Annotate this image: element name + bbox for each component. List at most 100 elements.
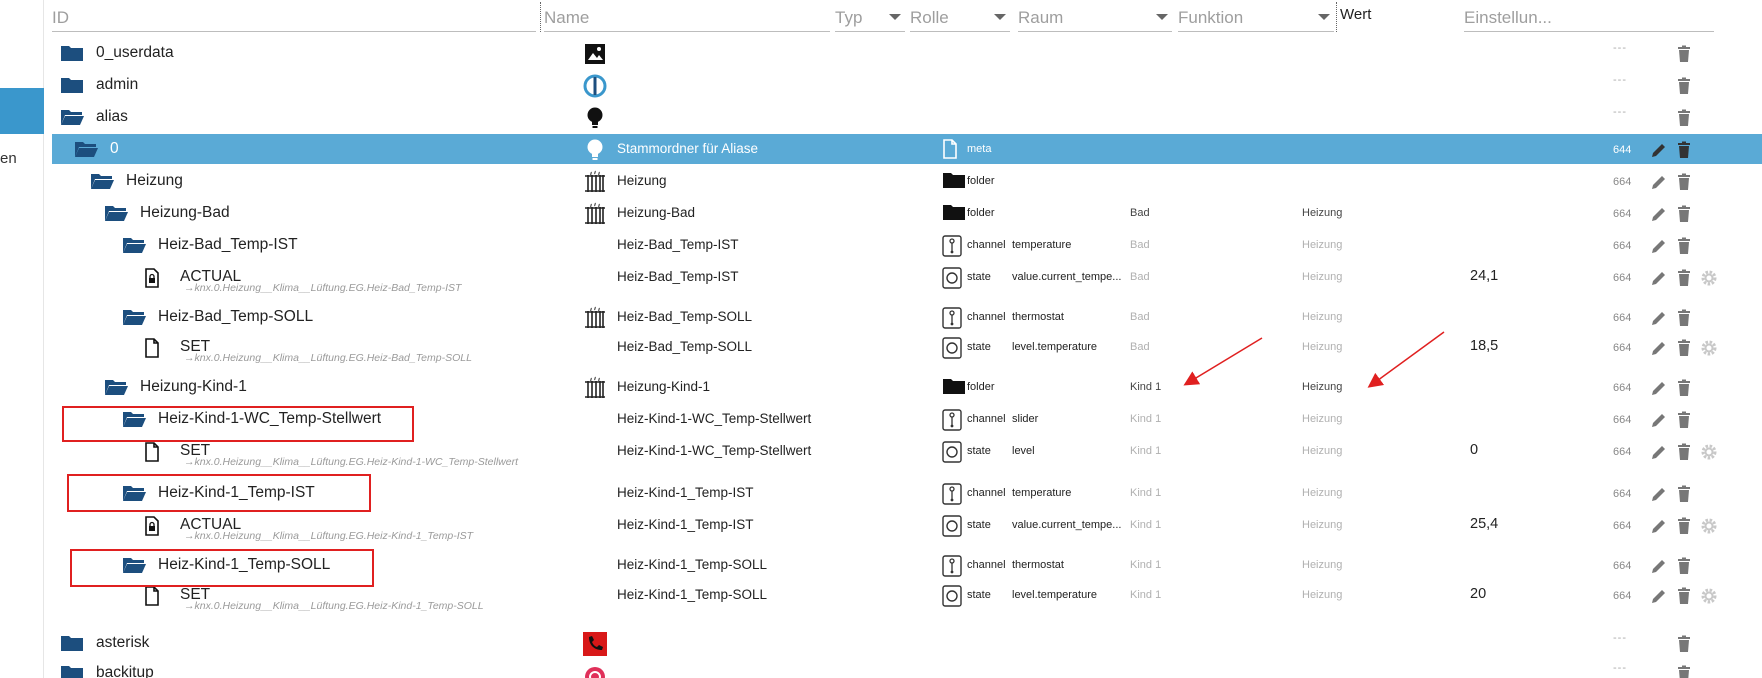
row-name[interactable]: Heizung-Bad (617, 205, 695, 220)
type-filter[interactable]: Typ (835, 0, 905, 32)
folder-open-icon[interactable] (104, 378, 128, 396)
row-function[interactable]: Heizung (1302, 413, 1342, 425)
row-value[interactable]: 24,1 (1470, 268, 1498, 284)
folder-icon[interactable] (60, 76, 84, 94)
file-lock-icon[interactable] (144, 268, 168, 288)
row-permissions[interactable]: 664 (1613, 240, 1631, 252)
row-function[interactable]: Heizung (1302, 207, 1342, 219)
trash-icon[interactable] (1674, 378, 1694, 398)
row-role[interactable]: level (1012, 445, 1124, 457)
trash-icon[interactable] (1674, 634, 1694, 654)
role-filter[interactable]: Rolle (910, 0, 1010, 32)
tree-row[interactable]: alias --- (52, 102, 1762, 132)
row-function[interactable]: Heizung (1302, 271, 1342, 283)
pencil-icon[interactable] (1649, 268, 1669, 288)
tree-row[interactable]: backitup --- (52, 658, 1762, 678)
row-role[interactable]: level.temperature (1012, 589, 1124, 601)
row-id[interactable]: Heizung-Kind-1 (104, 372, 247, 402)
row-permissions[interactable]: 664 (1613, 208, 1631, 220)
column-resize-handle[interactable] (1336, 2, 1337, 32)
row-name[interactable]: Heiz-Kind-1-WC_Temp-Stellwert (617, 411, 811, 426)
pencil-icon[interactable] (1649, 556, 1669, 576)
trash-icon[interactable] (1674, 338, 1694, 358)
folder-icon[interactable] (60, 664, 84, 678)
row-id[interactable]: alias (60, 102, 128, 132)
trash-icon[interactable] (1674, 268, 1694, 288)
gear-icon[interactable] (1699, 268, 1719, 288)
pencil-icon[interactable] (1649, 338, 1669, 358)
row-role[interactable]: temperature (1012, 239, 1124, 251)
row-role[interactable]: slider (1012, 413, 1124, 425)
gear-icon[interactable] (1699, 442, 1719, 462)
row-name[interactable]: Heiz-Kind-1_Temp-IST (617, 517, 754, 532)
row-function[interactable]: Heizung (1302, 559, 1342, 571)
row-id[interactable]: 0_userdata (60, 38, 174, 68)
row-function[interactable]: Heizung (1302, 239, 1342, 251)
row-room[interactable]: Kind 1 (1130, 519, 1161, 531)
row-permissions[interactable]: 664 (1613, 446, 1631, 458)
row-role[interactable]: level.temperature (1012, 341, 1124, 353)
row-room[interactable]: Bad (1130, 271, 1150, 283)
folder-icon[interactable] (60, 44, 84, 62)
row-name[interactable]: Heiz-Bad_Temp-IST (617, 237, 739, 252)
folder-open-icon[interactable] (104, 204, 128, 222)
row-permissions[interactable]: 644 (1613, 144, 1631, 156)
pencil-icon[interactable] (1649, 586, 1669, 606)
row-id[interactable]: Heiz-Bad_Temp-SOLL (122, 302, 313, 332)
file-icon[interactable] (144, 586, 168, 606)
row-id[interactable]: asterisk (60, 628, 149, 658)
row-room[interactable]: Kind 1 (1130, 589, 1161, 601)
row-permissions[interactable]: 664 (1613, 176, 1631, 188)
row-permissions[interactable]: 664 (1613, 312, 1631, 324)
row-room[interactable]: Bad (1130, 207, 1150, 219)
pencil-icon[interactable] (1649, 484, 1669, 504)
row-room[interactable]: Bad (1130, 341, 1150, 353)
row-id[interactable]: backitup (60, 658, 154, 678)
trash-icon[interactable] (1674, 172, 1694, 192)
row-permissions[interactable]: 664 (1613, 272, 1631, 284)
row-id[interactable]: Heizung-Bad (104, 198, 230, 228)
row-room[interactable]: Kind 1 (1130, 487, 1161, 499)
row-permissions[interactable]: 664 (1613, 414, 1631, 426)
name-filter[interactable]: Name (544, 0, 830, 32)
row-role[interactable]: value.current_tempe... (1012, 271, 1124, 283)
row-value[interactable]: 18,5 (1470, 338, 1498, 354)
row-id[interactable]: Heizung (90, 166, 183, 196)
trash-icon[interactable] (1674, 484, 1694, 504)
column-resize-handle[interactable] (540, 2, 541, 32)
row-function[interactable]: Heizung (1302, 519, 1342, 531)
tree-row[interactable]: 0 Stammordner für Aliase meta 644 (52, 134, 1762, 164)
row-function[interactable]: Heizung (1302, 381, 1342, 393)
folder-open-icon[interactable] (90, 172, 114, 190)
row-role[interactable]: thermostat (1012, 311, 1124, 323)
row-name[interactable]: Heiz-Bad_Temp-IST (617, 269, 739, 284)
row-room[interactable]: Kind 1 (1130, 445, 1161, 457)
pencil-icon[interactable] (1649, 410, 1669, 430)
row-name[interactable]: Heiz-Kind-1_Temp-SOLL (617, 587, 767, 602)
row-value[interactable]: 0 (1470, 442, 1478, 458)
pencil-icon[interactable] (1649, 516, 1669, 536)
row-id[interactable]: admin (60, 70, 138, 100)
tree-row[interactable]: Heizung Heizung folder 664 (52, 166, 1762, 196)
row-function[interactable]: Heizung (1302, 487, 1342, 499)
row-role[interactable]: value.current_tempe... (1012, 519, 1124, 531)
trash-icon[interactable] (1674, 410, 1694, 430)
row-name[interactable]: Heizung (617, 173, 667, 188)
pencil-icon[interactable] (1649, 236, 1669, 256)
row-value[interactable]: 25,4 (1470, 516, 1498, 532)
function-filter[interactable]: Funktion (1178, 0, 1334, 32)
trash-icon[interactable] (1674, 556, 1694, 576)
file-icon[interactable] (144, 442, 168, 462)
row-name[interactable]: Heiz-Kind-1_Temp-IST (617, 485, 754, 500)
row-value[interactable]: 20 (1470, 586, 1486, 602)
row-name[interactable]: Heizung-Kind-1 (617, 379, 710, 394)
trash-icon[interactable] (1674, 516, 1694, 536)
trash-icon[interactable] (1674, 44, 1694, 64)
row-permissions[interactable]: 664 (1613, 342, 1631, 354)
row-role[interactable]: temperature (1012, 487, 1124, 499)
tree-row[interactable]: 0_userdata --- (52, 38, 1762, 68)
row-name[interactable]: Heiz-Kind-1-WC_Temp-Stellwert (617, 443, 811, 458)
trash-icon[interactable] (1674, 308, 1694, 328)
row-role[interactable]: thermostat (1012, 559, 1124, 571)
row-permissions[interactable]: 664 (1613, 382, 1631, 394)
